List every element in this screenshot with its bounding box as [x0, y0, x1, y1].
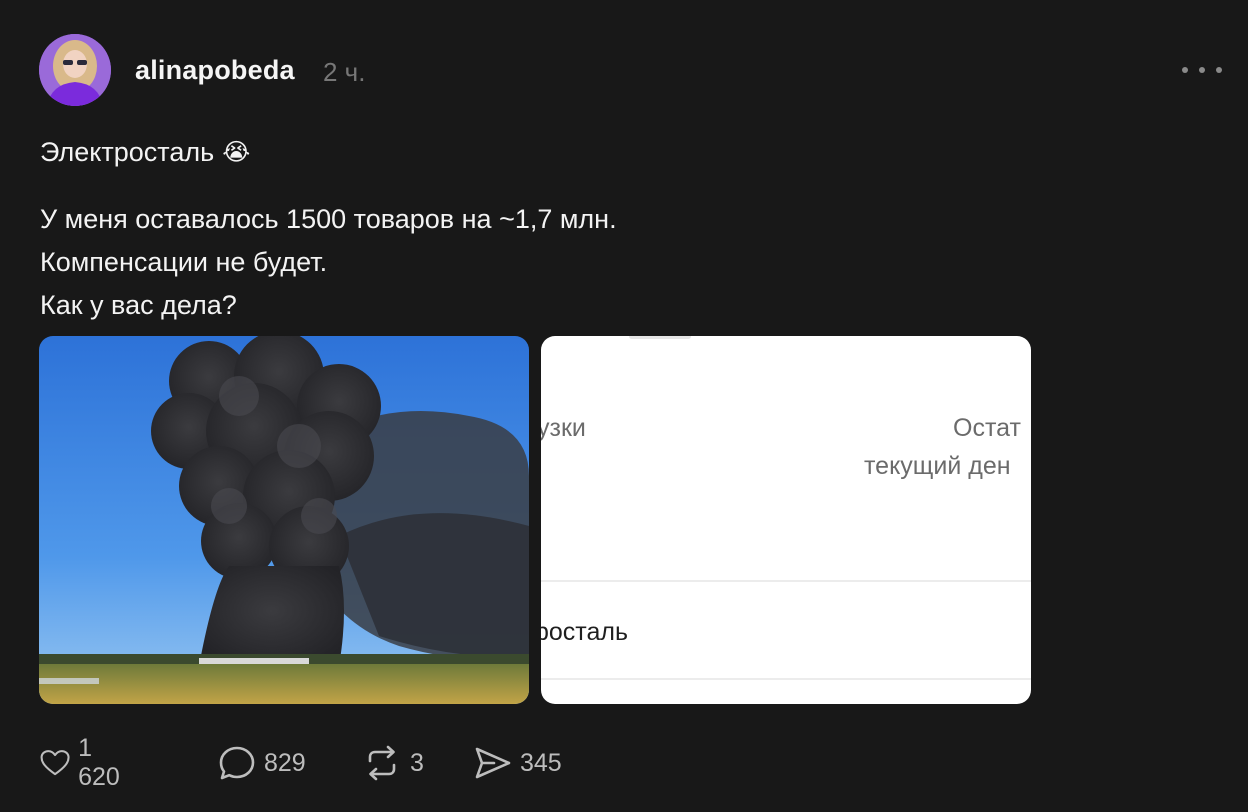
username[interactable]: alinapobeda: [135, 55, 295, 86]
post-body-line: Как у вас дела?: [40, 290, 237, 320]
screenshot-text: текущий ден: [864, 452, 1011, 480]
smoke-plume-photo: [39, 336, 529, 704]
dot: [1182, 67, 1188, 73]
media-screenshot[interactable]: узки Остат текущий ден росталь: [541, 336, 1031, 704]
comment-button[interactable]: 829: [218, 745, 306, 781]
crying-emoji-icon: 😭: [222, 139, 251, 166]
screenshot-text: Остат: [953, 414, 1021, 442]
repost-count: 3: [410, 748, 424, 777]
screenshot-text: росталь: [541, 618, 628, 646]
share-button[interactable]: 345: [474, 745, 562, 781]
speech-bubble-icon: [219, 746, 255, 780]
dot: [1216, 67, 1222, 73]
post-body: У меня оставалось 1500 товаров на ~1,7 м…: [40, 198, 617, 327]
avatar[interactable]: [39, 34, 111, 106]
divider: [541, 580, 1031, 582]
post-body-line: У меня оставалось 1500 товаров на ~1,7 м…: [40, 204, 617, 234]
post-time: 2 ч.: [323, 57, 366, 87]
repost-button[interactable]: 3: [362, 745, 424, 781]
post-body-line: Компенсации не будет.: [40, 247, 328, 277]
like-count: 1 620: [78, 734, 120, 791]
heart-icon: [40, 750, 70, 776]
screenshot-text: узки: [541, 414, 586, 442]
like-button[interactable]: 1 620: [40, 734, 128, 791]
divider: [541, 678, 1031, 680]
post-title: Электросталь 😭: [40, 137, 250, 168]
divider: [629, 336, 691, 339]
send-icon: [475, 747, 511, 779]
repost-icon: [368, 745, 396, 781]
more-options-icon[interactable]: [1182, 62, 1222, 78]
post-title-text: Электросталь: [40, 137, 215, 167]
dot: [1199, 67, 1205, 73]
share-count: 345: [520, 748, 562, 777]
comment-count: 829: [264, 748, 306, 777]
media-photo-smoke[interactable]: [39, 336, 529, 704]
